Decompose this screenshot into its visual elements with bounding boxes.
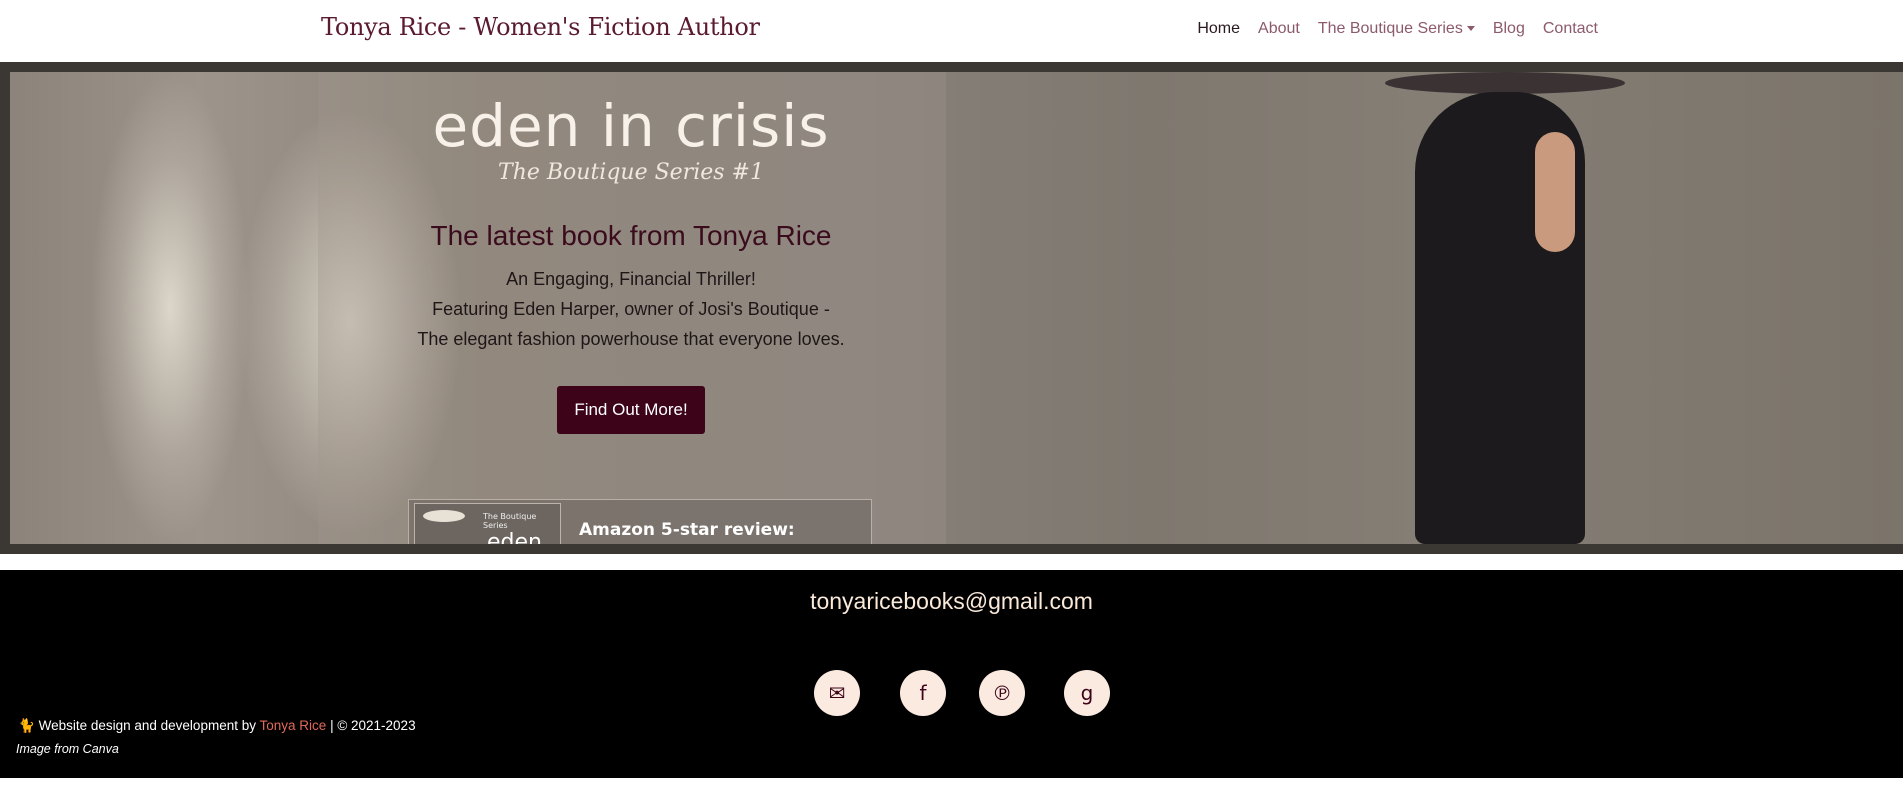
navbar: Tonya Rice - Women's Fiction Author Home… <box>0 0 1903 62</box>
divider <box>0 554 1903 570</box>
credits-prefix: Website design and development by <box>38 718 256 733</box>
nav-boutique-series[interactable]: The Boutique Series <box>1318 20 1475 38</box>
cat-icon: 🐈 <box>18 718 35 733</box>
caret-down-icon <box>1466 26 1475 32</box>
goodreads-icon[interactable]: g <box>1064 670 1110 716</box>
nav-contact[interactable]: Contact <box>1543 20 1598 38</box>
book-title: eden in crisis <box>432 92 830 160</box>
desc-line: Featuring Eden Harper, owner of Josi's B… <box>432 299 830 319</box>
pinterest-icon[interactable]: ℗ <box>979 670 1025 716</box>
cover-title-text: eden <box>487 530 542 544</box>
page-bottom <box>0 778 1903 794</box>
cover-series-text: The Boutique Series <box>483 512 537 530</box>
desc-line: The elegant fashion powerhouse that ever… <box>417 329 845 349</box>
nav-blog[interactable]: Blog <box>1493 20 1525 38</box>
arm-shape <box>1535 132 1575 252</box>
review-label: Amazon 5-star review: <box>579 520 795 540</box>
footer-credits: 🐈 Website design and development by Tony… <box>18 718 416 734</box>
footer: tonyaricebooks@gmail.com ✉ f ℗ g 🐈 Websi… <box>0 570 1903 778</box>
hero-banner: eden in crisis The Boutique Series #1 Th… <box>10 72 1903 544</box>
credits-suffix: | © 2021-2023 <box>330 718 416 733</box>
main-nav: Home About The Boutique Series Blog Cont… <box>1197 20 1598 38</box>
find-out-more-button[interactable]: Find Out More! <box>557 386 705 434</box>
mail-icon[interactable]: ✉ <box>814 670 860 716</box>
background-shape <box>90 72 250 544</box>
hero-description: An Engaging, Financial Thriller! Featuri… <box>320 264 942 354</box>
nav-boutique-series-label: The Boutique Series <box>1317 20 1463 37</box>
desc-line: An Engaging, Financial Thriller! <box>506 269 756 289</box>
nav-home[interactable]: Home <box>1197 20 1240 38</box>
credits-link[interactable]: Tonya Rice <box>260 718 327 733</box>
book-series: The Boutique Series #1 <box>498 160 764 185</box>
woman-figure-image <box>1385 72 1625 544</box>
book-cover-thumbnail: The Boutique Series eden <box>414 503 561 544</box>
hero-frame: eden in crisis The Boutique Series #1 Th… <box>0 62 1903 554</box>
image-credit: Image from Canva <box>16 742 119 756</box>
hat-shape <box>1385 72 1625 94</box>
contact-email[interactable]: tonyaricebooks@gmail.com <box>0 588 1903 615</box>
review-card[interactable]: The Boutique Series eden Amazon 5-star r… <box>408 499 872 544</box>
hero-headline: The latest book from Tonya Rice <box>430 220 832 251</box>
cover-hat-shape <box>423 510 465 522</box>
facebook-icon[interactable]: f <box>900 670 946 716</box>
nav-about[interactable]: About <box>1258 20 1300 38</box>
site-brand[interactable]: Tonya Rice - Women's Fiction Author <box>321 13 760 41</box>
